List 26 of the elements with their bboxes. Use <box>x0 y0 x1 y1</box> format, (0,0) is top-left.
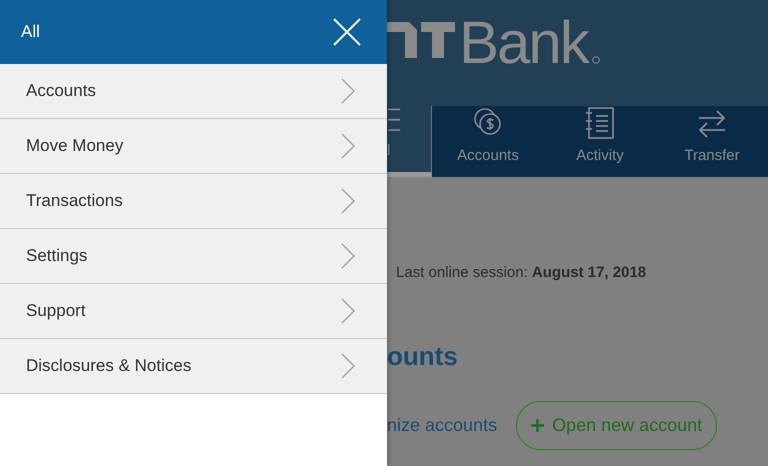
nav-tab[interactable]: Transfer <box>656 106 768 177</box>
menu-title: All <box>21 21 40 44</box>
accounts-heading: ounts <box>387 340 459 372</box>
menu-item[interactable]: Transactions <box>0 174 387 229</box>
nav-tab[interactable]: Accounts <box>432 106 544 177</box>
chevron-right-icon <box>341 298 355 324</box>
chevron-right-icon <box>341 78 355 104</box>
menu-item[interactable]: Accounts <box>0 64 387 119</box>
nav-tab[interactable]: Activity <box>544 106 656 177</box>
menu-item[interactable]: Settings <box>0 229 387 284</box>
chevron-right-icon <box>341 353 355 379</box>
menu-icon <box>387 106 403 134</box>
chevron-right-icon <box>341 243 355 269</box>
logo-text: Bank <box>459 18 588 68</box>
close-icon <box>333 18 361 46</box>
chevron-right-icon <box>341 133 355 159</box>
menu-item[interactable]: Move Money <box>0 119 387 174</box>
plus-icon <box>531 418 544 432</box>
chevron-right-icon <box>341 188 355 214</box>
last-session-text: Last online session: August 17, 2018 <box>396 263 648 283</box>
notebook-icon <box>585 106 615 138</box>
close-button[interactable] <box>333 18 361 46</box>
arrows-exchange-icon <box>697 108 727 138</box>
menu-item[interactable]: Disclosures & Notices <box>0 339 387 394</box>
registered-mark-icon <box>592 56 600 64</box>
menu-item[interactable]: Support <box>0 284 387 339</box>
